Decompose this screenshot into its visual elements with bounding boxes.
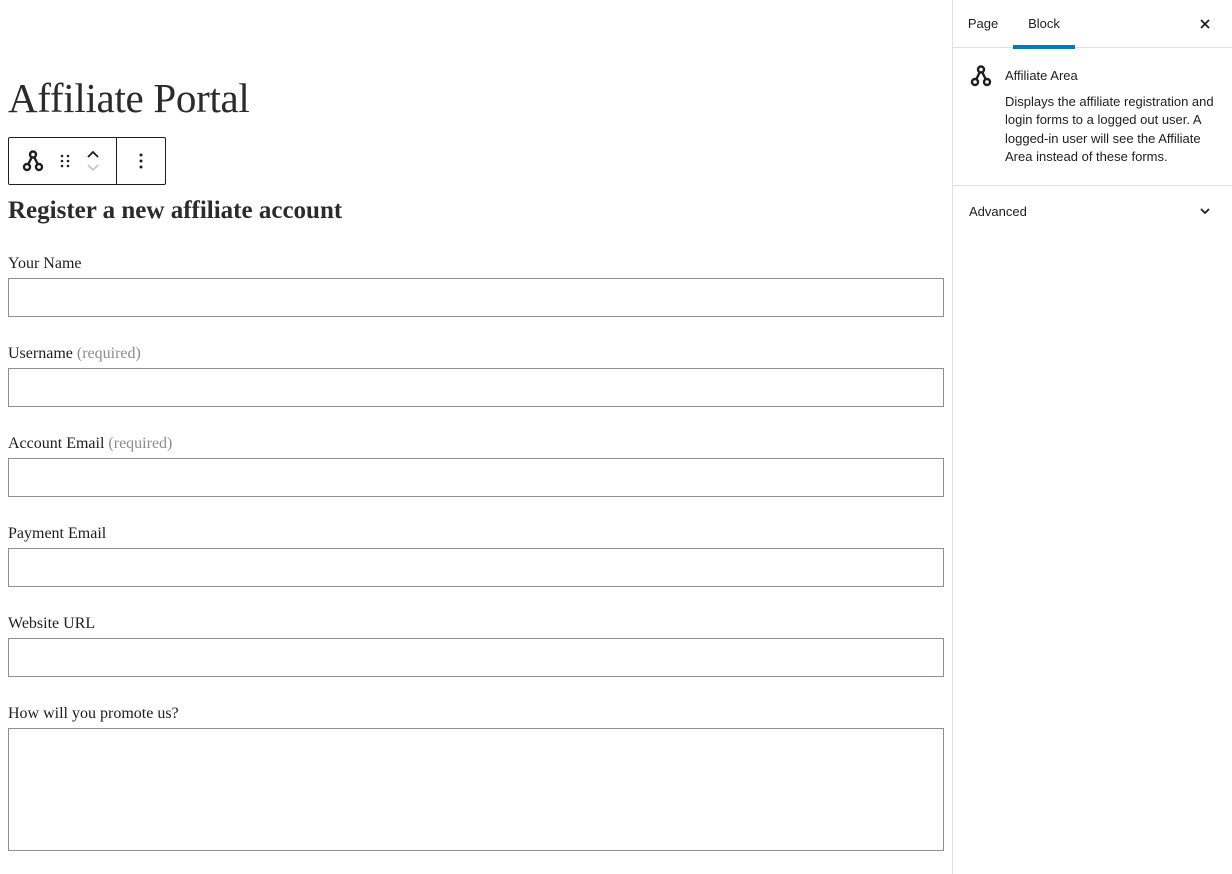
required-marker: (required) bbox=[76, 345, 141, 362]
block-toolbar-group bbox=[9, 138, 117, 184]
move-down-button[interactable] bbox=[83, 161, 103, 175]
block-options-button[interactable] bbox=[117, 138, 165, 184]
website-url-label-text: Website URL bbox=[8, 615, 96, 632]
form-heading: Register a new affiliate account bbox=[8, 197, 343, 224]
drag-handle-icon bbox=[60, 154, 70, 168]
page-title[interactable]: Affiliate Portal bbox=[8, 74, 250, 122]
promote-label: How will you promote us? bbox=[8, 705, 179, 723]
payment-email-label: Payment Email bbox=[8, 525, 106, 543]
close-sidebar-button[interactable] bbox=[1193, 12, 1217, 36]
block-card: Affiliate Area Displays the affiliate re… bbox=[953, 48, 1232, 186]
more-vertical-icon bbox=[139, 153, 143, 169]
advanced-panel-title: Advanced bbox=[969, 204, 1027, 219]
tab-block[interactable]: Block bbox=[1013, 0, 1075, 49]
drag-handle-button[interactable] bbox=[57, 138, 73, 184]
promote-textarea[interactable] bbox=[8, 728, 944, 851]
settings-sidebar: Page Block Affiliate Area Displays the a… bbox=[952, 0, 1232, 874]
name-label: Your Name bbox=[8, 255, 81, 273]
move-up-button[interactable] bbox=[83, 147, 103, 161]
chevron-down-icon bbox=[1200, 208, 1210, 215]
required-marker: (required) bbox=[108, 435, 173, 452]
advanced-panel-toggle[interactable]: Advanced bbox=[953, 186, 1232, 236]
website-url-input[interactable] bbox=[8, 638, 944, 677]
username-label-text: Username bbox=[8, 345, 73, 362]
block-toolbar bbox=[8, 137, 166, 185]
promote-label-text: How will you promote us? bbox=[8, 705, 179, 722]
payment-email-input[interactable] bbox=[8, 548, 944, 587]
block-card-title: Affiliate Area bbox=[1005, 68, 1078, 83]
website-url-label: Website URL bbox=[8, 615, 95, 633]
account-email-label: Account Email (required) bbox=[8, 435, 172, 453]
name-input[interactable] bbox=[8, 278, 944, 317]
payment-email-label-text: Payment Email bbox=[8, 525, 107, 542]
affiliate-area-icon bbox=[22, 150, 44, 172]
block-movers bbox=[73, 138, 113, 184]
sidebar-tabs: Page Block bbox=[953, 0, 1232, 49]
chevron-up-icon bbox=[87, 150, 99, 158]
editor-canvas: Affiliate Portal Register a new affiliat… bbox=[0, 0, 952, 874]
username-label: Username (required) bbox=[8, 345, 141, 363]
close-icon bbox=[1200, 19, 1210, 29]
account-email-input[interactable] bbox=[8, 458, 944, 497]
username-input[interactable] bbox=[8, 368, 944, 407]
affiliate-area-icon bbox=[970, 65, 992, 87]
block-card-description: Displays the affiliate registration and … bbox=[1005, 94, 1214, 165]
block-type-button[interactable] bbox=[9, 138, 57, 184]
name-label-text: Your Name bbox=[8, 255, 82, 272]
tab-page[interactable]: Page bbox=[967, 0, 999, 48]
chevron-down-icon bbox=[87, 164, 99, 172]
account-email-label-text: Account Email bbox=[8, 435, 105, 452]
